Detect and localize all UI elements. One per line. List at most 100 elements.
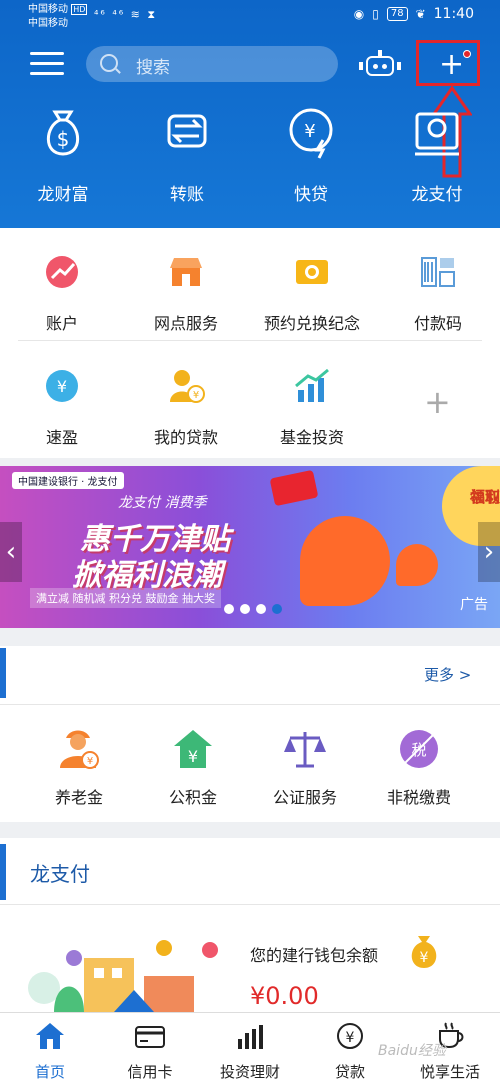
grid-item-account[interactable]: 账户 — [2, 252, 122, 334]
banner-prev-arrow[interactable]: ‹ — [0, 522, 22, 582]
coin-exchange-icon — [296, 260, 328, 284]
carousel-dots — [224, 604, 282, 614]
long-pay-section: 龙支付 您的建行钱包余额 ¥0.00 ¥ — [0, 838, 500, 1012]
loan-icon: ¥ — [337, 1023, 363, 1049]
flower-decoration — [300, 516, 390, 606]
signal-text: ⁴⁶ ⁴⁶ — [94, 8, 126, 21]
my-loan-icon: ¥ — [170, 370, 205, 403]
status-right: ◉ ▯ 78 ❦ 11:40 — [354, 6, 474, 22]
quick-action-long-wealth[interactable]: $ 龙财富 — [8, 104, 118, 205]
vibrate-icon: ▯ — [372, 7, 379, 21]
tab-label: 信用卡 — [127, 1063, 173, 1081]
red-envelope-icon — [269, 469, 319, 507]
long-pay-icon — [415, 112, 459, 156]
clock: 11:40 — [433, 6, 474, 22]
tab-label: 悦享生活 — [419, 1063, 480, 1081]
account-icon — [46, 256, 78, 288]
service-label: 非税缴费 — [386, 788, 451, 807]
more-link[interactable]: 更多 > — [424, 664, 471, 685]
tab-home[interactable]: 首页 — [0, 1021, 100, 1082]
tab-credit-card[interactable]: 信用卡 — [100, 1021, 200, 1082]
services-section: 更多 > ¥ 养老金 ¥ 公积金 公证服务 税 非税缴费 — [0, 646, 500, 822]
service-label: 公积金 — [168, 788, 217, 807]
eye-icon: ◉ — [353, 7, 365, 21]
section-accent-bar — [0, 844, 6, 900]
grid-item-label: 网点服务 — [153, 314, 218, 333]
invest-icon — [238, 1025, 263, 1049]
grid-item-suying[interactable]: ¥ 速盈 — [2, 366, 122, 448]
transfer-icon — [167, 114, 207, 148]
grid-item-pay-code[interactable]: 付款码 — [378, 252, 498, 334]
service-housing-fund[interactable]: ¥ 公积金 — [138, 726, 248, 808]
search-placeholder: 搜索 — [136, 58, 170, 78]
promo-banner[interactable]: 中国建设银行 · 龙支付 龙支付 消费季 惠千万津贴 掀福利浪潮 满立减 随机减… — [0, 466, 500, 628]
service-non-tax[interactable]: 税 非税缴费 — [364, 726, 474, 808]
section-divider — [0, 904, 500, 905]
banner-next-arrow[interactable]: › — [478, 522, 500, 582]
wallet-balance-label: 您的建行钱包余额 — [250, 946, 379, 965]
grid-item-label: 预约兑换纪念 — [263, 314, 360, 333]
plus-icon: + — [439, 47, 465, 82]
fund-icon — [295, 368, 329, 402]
credit-card-icon — [135, 1026, 165, 1048]
svg-text:¥: ¥ — [57, 377, 67, 396]
flower-decoration — [396, 544, 438, 586]
banner-subtitle: 龙支付 消费季 — [118, 495, 207, 511]
svg-text:¥: ¥ — [420, 950, 429, 966]
svg-text:$: $ — [57, 127, 70, 151]
city-illustration — [28, 940, 218, 1012]
carrier-info: 中国移动 HD 中国移动 — [28, 3, 88, 31]
svg-text:¥: ¥ — [346, 1030, 355, 1046]
add-function-icon[interactable]: + — [424, 386, 451, 418]
wifi-icon: ≋ — [130, 8, 142, 21]
quick-action-long-pay[interactable]: 龙支付 — [382, 104, 492, 205]
housing-fund-icon: ¥ — [174, 730, 212, 768]
wallet-balance-amount: ¥0.00 — [250, 982, 319, 1010]
grid-item-coin-exchange[interactable]: 预约兑换纪念 — [252, 252, 372, 334]
notary-icon — [284, 732, 326, 768]
grid-item-branch[interactable]: 网点服务 — [126, 252, 246, 334]
tab-label: 首页 — [34, 1063, 65, 1081]
suying-icon: ¥ — [46, 370, 78, 402]
carrier-1: 中国移动 — [28, 4, 68, 15]
pension-icon: ¥ — [60, 730, 99, 769]
quick-action-transfer[interactable]: 转账 — [132, 104, 242, 205]
tab-label: 贷款 — [334, 1063, 365, 1081]
grid-item-label: 付款码 — [413, 314, 462, 333]
grid-item-label: 我的贷款 — [153, 428, 218, 447]
function-grid: 账户 网点服务 预约兑换纪念 付款码 ¥ 速盈 ¥ 我的贷款 基金投资 + — [0, 228, 500, 458]
robot-assistant-icon[interactable] — [358, 50, 402, 82]
top-header: 中国移动 HD 中国移动 ⁴⁶ ⁴⁶ ≋ ⧗ ◉ ▯ 78 ❦ 11:40 搜索… — [0, 0, 500, 228]
quick-action-label: 快贷 — [294, 185, 328, 205]
service-label: 公证服务 — [272, 788, 337, 807]
grid-item-my-loan[interactable]: ¥ 我的贷款 — [126, 366, 246, 448]
ad-tag: 广告 — [460, 597, 488, 613]
grid-item-fund[interactable]: 基金投资 — [252, 366, 372, 448]
quick-action-quick-loan[interactable]: ¥ 快贷 — [256, 104, 366, 205]
svg-text:¥: ¥ — [87, 756, 93, 767]
quick-action-label: 龙财富 — [37, 185, 89, 205]
bank-logo: 中国建设银行 · 龙支付 — [12, 472, 124, 489]
money-bag-icon: $ — [46, 110, 80, 156]
grid-item-label: 基金投资 — [279, 428, 344, 447]
status-bar: 中国移动 HD 中国移动 ⁴⁶ ⁴⁶ ≋ ⧗ ◉ ▯ 78 ❦ 11:40 — [0, 0, 500, 34]
svg-text:¥: ¥ — [304, 121, 315, 142]
svg-text:¥: ¥ — [188, 747, 198, 766]
grid-item-label: 速盈 — [45, 428, 78, 447]
section-accent-bar — [0, 648, 6, 698]
menu-icon[interactable] — [30, 52, 64, 76]
service-notary[interactable]: 公证服务 — [250, 726, 360, 808]
add-button[interactable]: + — [416, 40, 480, 86]
tab-label: 投资理财 — [219, 1063, 280, 1081]
watermark: Baidu经验 — [378, 1043, 446, 1059]
service-pension[interactable]: ¥ 养老金 — [24, 726, 134, 808]
hd-badge: HD — [71, 4, 88, 15]
grid-divider — [18, 340, 482, 341]
search-icon — [100, 54, 118, 72]
coin-bag-icon: ¥ — [411, 936, 437, 968]
quick-loan-icon: ¥ — [289, 108, 333, 159]
tab-invest[interactable]: 投资理财 — [200, 1021, 300, 1082]
search-input[interactable]: 搜索 — [86, 46, 338, 82]
home-icon — [36, 1023, 64, 1049]
battery-icon: 78 — [386, 7, 408, 21]
